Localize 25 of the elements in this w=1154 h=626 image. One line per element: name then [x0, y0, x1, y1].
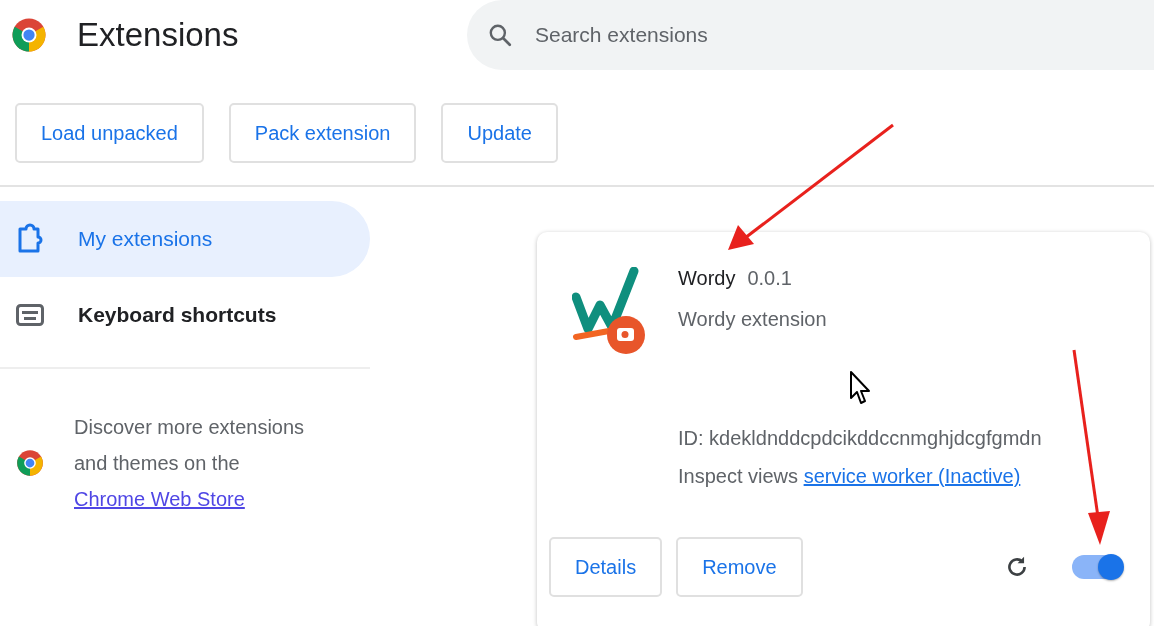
- inspect-views-label: Inspect views: [678, 465, 799, 487]
- extension-name: Wordy: [678, 267, 736, 290]
- search-field[interactable]: Search extensions: [467, 0, 1154, 70]
- sidebar-item[interactable]: My extensions: [0, 201, 370, 277]
- sidebar-item[interactable]: Keyboard shortcuts: [0, 277, 370, 353]
- enable-toggle[interactable]: [1072, 555, 1122, 579]
- sidebar-item-label: My extensions: [78, 227, 213, 251]
- sidebar-item-label: Keyboard shortcuts: [78, 303, 277, 327]
- chrome-logo-icon: [11, 17, 47, 53]
- extension-version: 0.0.1: [747, 267, 792, 290]
- toolbar-button[interactable]: Pack extension: [228, 103, 417, 163]
- page-title: Extensions: [77, 16, 240, 54]
- mouse-cursor-icon: [850, 371, 870, 404]
- toolbar-button[interactable]: Load unpacked: [15, 103, 204, 163]
- card-button[interactable]: Details: [549, 537, 663, 597]
- service-worker-link[interactable]: service worker (Inactive): [803, 465, 1021, 487]
- card-button[interactable]: Remove: [676, 537, 803, 597]
- toolbar-button[interactable]: Update: [441, 103, 558, 163]
- puzzle-icon: [16, 223, 44, 255]
- extension-id: ID: kdekldnddcpdcikddccnmghjdcgfgmdn: [678, 426, 1042, 451]
- promo-text: Discover more extensions and themes on the Chrome Web Store: [74, 415, 306, 512]
- web-store-link[interactable]: Chrome Web Store: [74, 488, 245, 510]
- keyboard-icon: [16, 304, 44, 326]
- extension-description: Wordy extension: [678, 308, 827, 331]
- web-store-icon: [16, 449, 44, 477]
